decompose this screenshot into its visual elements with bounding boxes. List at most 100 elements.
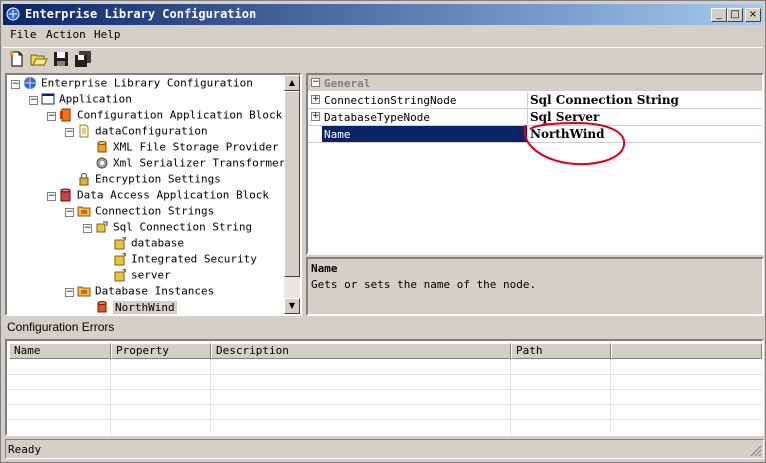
description-title: Name [311,262,338,275]
tree-item-label: Encryption Settings [95,172,221,186]
minimize-button[interactable]: _ [711,8,727,22]
folder-icon [77,206,91,217]
column-header-name[interactable]: Name [9,343,111,359]
tree-expander-icon[interactable]: − [65,128,74,137]
tree-item[interactable]: Application [41,92,132,108]
tree-item-label: Connection Strings [95,204,215,218]
tree-item-label: Application [59,92,132,106]
connection-icon [96,221,108,233]
tree-expander-icon[interactable]: − [65,288,74,297]
tree-item[interactable]: Connection Strings [77,204,214,220]
category-label: General [324,77,371,90]
property-name: Name [324,128,351,141]
globe-icon [24,77,36,89]
description-text: Gets or sets the name of the node. [311,278,537,291]
tree-item[interactable]: server [113,268,171,284]
menu-action[interactable]: Action [46,28,86,41]
main-window: Enterprise Library Configuration _ □ × F… [0,0,766,463]
maximize-button[interactable]: □ [727,8,743,22]
category-collapse-icon[interactable]: − [311,78,320,87]
resize-grip-icon[interactable] [750,445,762,457]
column-header-path[interactable]: Path [511,343,611,359]
gear-icon [96,157,108,169]
tree-expander-icon[interactable]: − [47,192,56,201]
scroll-down-icon[interactable]: ▼ [284,298,300,314]
column-header-filler [611,343,762,359]
column-header-property[interactable]: Property [111,343,211,359]
tree-item[interactable]: XML File Storage Provider [95,140,279,156]
tree-item-label: NorthWind [113,300,177,314]
parameter-icon [114,269,126,282]
configuration-tree[interactable]: − Enterprise Library Configuration − Applic… [5,73,302,316]
errors-grid[interactable]: Name Property Description Path [5,339,764,436]
parameter-icon [114,253,126,266]
tree-item-label: Configuration Application Block [77,108,283,122]
description-pane: Name Gets or sets the name of the node. [306,257,764,316]
column-header-description[interactable]: Description [211,343,511,359]
tree-item-label: Database Instances [95,284,215,298]
tree-item[interactable]: NorthWind [95,300,177,314]
tree-item-label: Enterprise Library Configuration [41,76,253,90]
property-value[interactable]: Sql Connection String [530,93,679,107]
lock-icon [79,172,89,186]
save-all-icon[interactable] [74,50,92,68]
expand-icon[interactable]: + [311,112,320,121]
tree-expander-icon[interactable]: − [83,224,92,233]
selection-highlight [322,126,527,142]
open-icon[interactable] [30,50,48,68]
window-icon [41,93,55,105]
parameter-icon [114,237,126,250]
save-icon[interactable] [52,50,70,68]
tree-expander-icon[interactable]: − [65,208,74,217]
scroll-up-icon[interactable]: ▲ [284,75,300,91]
tree-item-label: server [131,268,171,282]
app-icon [6,7,20,21]
menu-help[interactable]: Help [94,28,121,41]
title-bar[interactable]: Enterprise Library Configuration _ □ × [3,4,763,25]
tree-item[interactable]: Integrated Security [113,252,257,268]
property-category: − General [308,75,762,91]
window-title: Enterprise Library Configuration [25,7,257,21]
tree-item-label: Sql Connection String [113,220,253,234]
tree-item[interactable]: dataConfiguration [77,124,208,140]
cylinder-icon [97,141,107,153]
tree-item[interactable]: Encryption Settings [77,172,221,188]
menu-file[interactable]: File [10,28,37,41]
property-grid: − General + ConnectionStringNode Sql Con… [306,73,764,255]
tree-item-label: Data Access Application Block [77,188,270,202]
tree-expander-icon[interactable]: − [29,96,38,105]
folder-icon [77,286,91,297]
annotation-circle [523,121,626,165]
expand-icon[interactable]: + [311,95,320,104]
tree-expander-icon[interactable]: − [11,80,20,89]
tree-item-label: dataConfiguration [95,124,208,138]
new-icon[interactable] [8,50,26,68]
scroll-thumb[interactable] [284,91,300,277]
database-block-icon [60,188,71,202]
tree-item[interactable]: Enterprise Library Configuration [23,76,253,92]
tree-item[interactable]: Xml Serializer Transformer [95,156,285,172]
tree-item-label: Xml Serializer Transformer [113,156,286,170]
tree-item[interactable]: Data Access Application Block [59,188,269,204]
tree-item[interactable]: Configuration Application Block [59,108,282,124]
document-icon [79,124,89,138]
instance-icon [97,301,107,313]
tree-item-label: Integrated Security [131,252,257,266]
tree-item[interactable]: Sql Connection String [95,220,252,236]
close-button[interactable]: × [745,8,761,22]
property-row[interactable]: + ConnectionStringNode Sql Connection St… [308,92,762,109]
tree-item[interactable]: database [113,236,184,252]
menu-bar: File Action Help [3,25,763,45]
property-name: ConnectionStringNode [324,94,457,107]
status-text: Ready [8,443,42,456]
tree-item-label: XML File Storage Provider [113,140,279,154]
tree-item-label: database [131,236,184,250]
block-icon [60,108,71,122]
property-name: DatabaseTypeNode [324,111,430,124]
toolbar [3,47,763,72]
status-bar: Ready [5,439,764,459]
tree-scrollbar[interactable]: ▲ ▼ [284,75,300,314]
errors-title: Configuration Errors [7,320,115,334]
tree-expander-icon[interactable]: − [47,112,56,121]
tree-item[interactable]: Database Instances [77,284,214,300]
